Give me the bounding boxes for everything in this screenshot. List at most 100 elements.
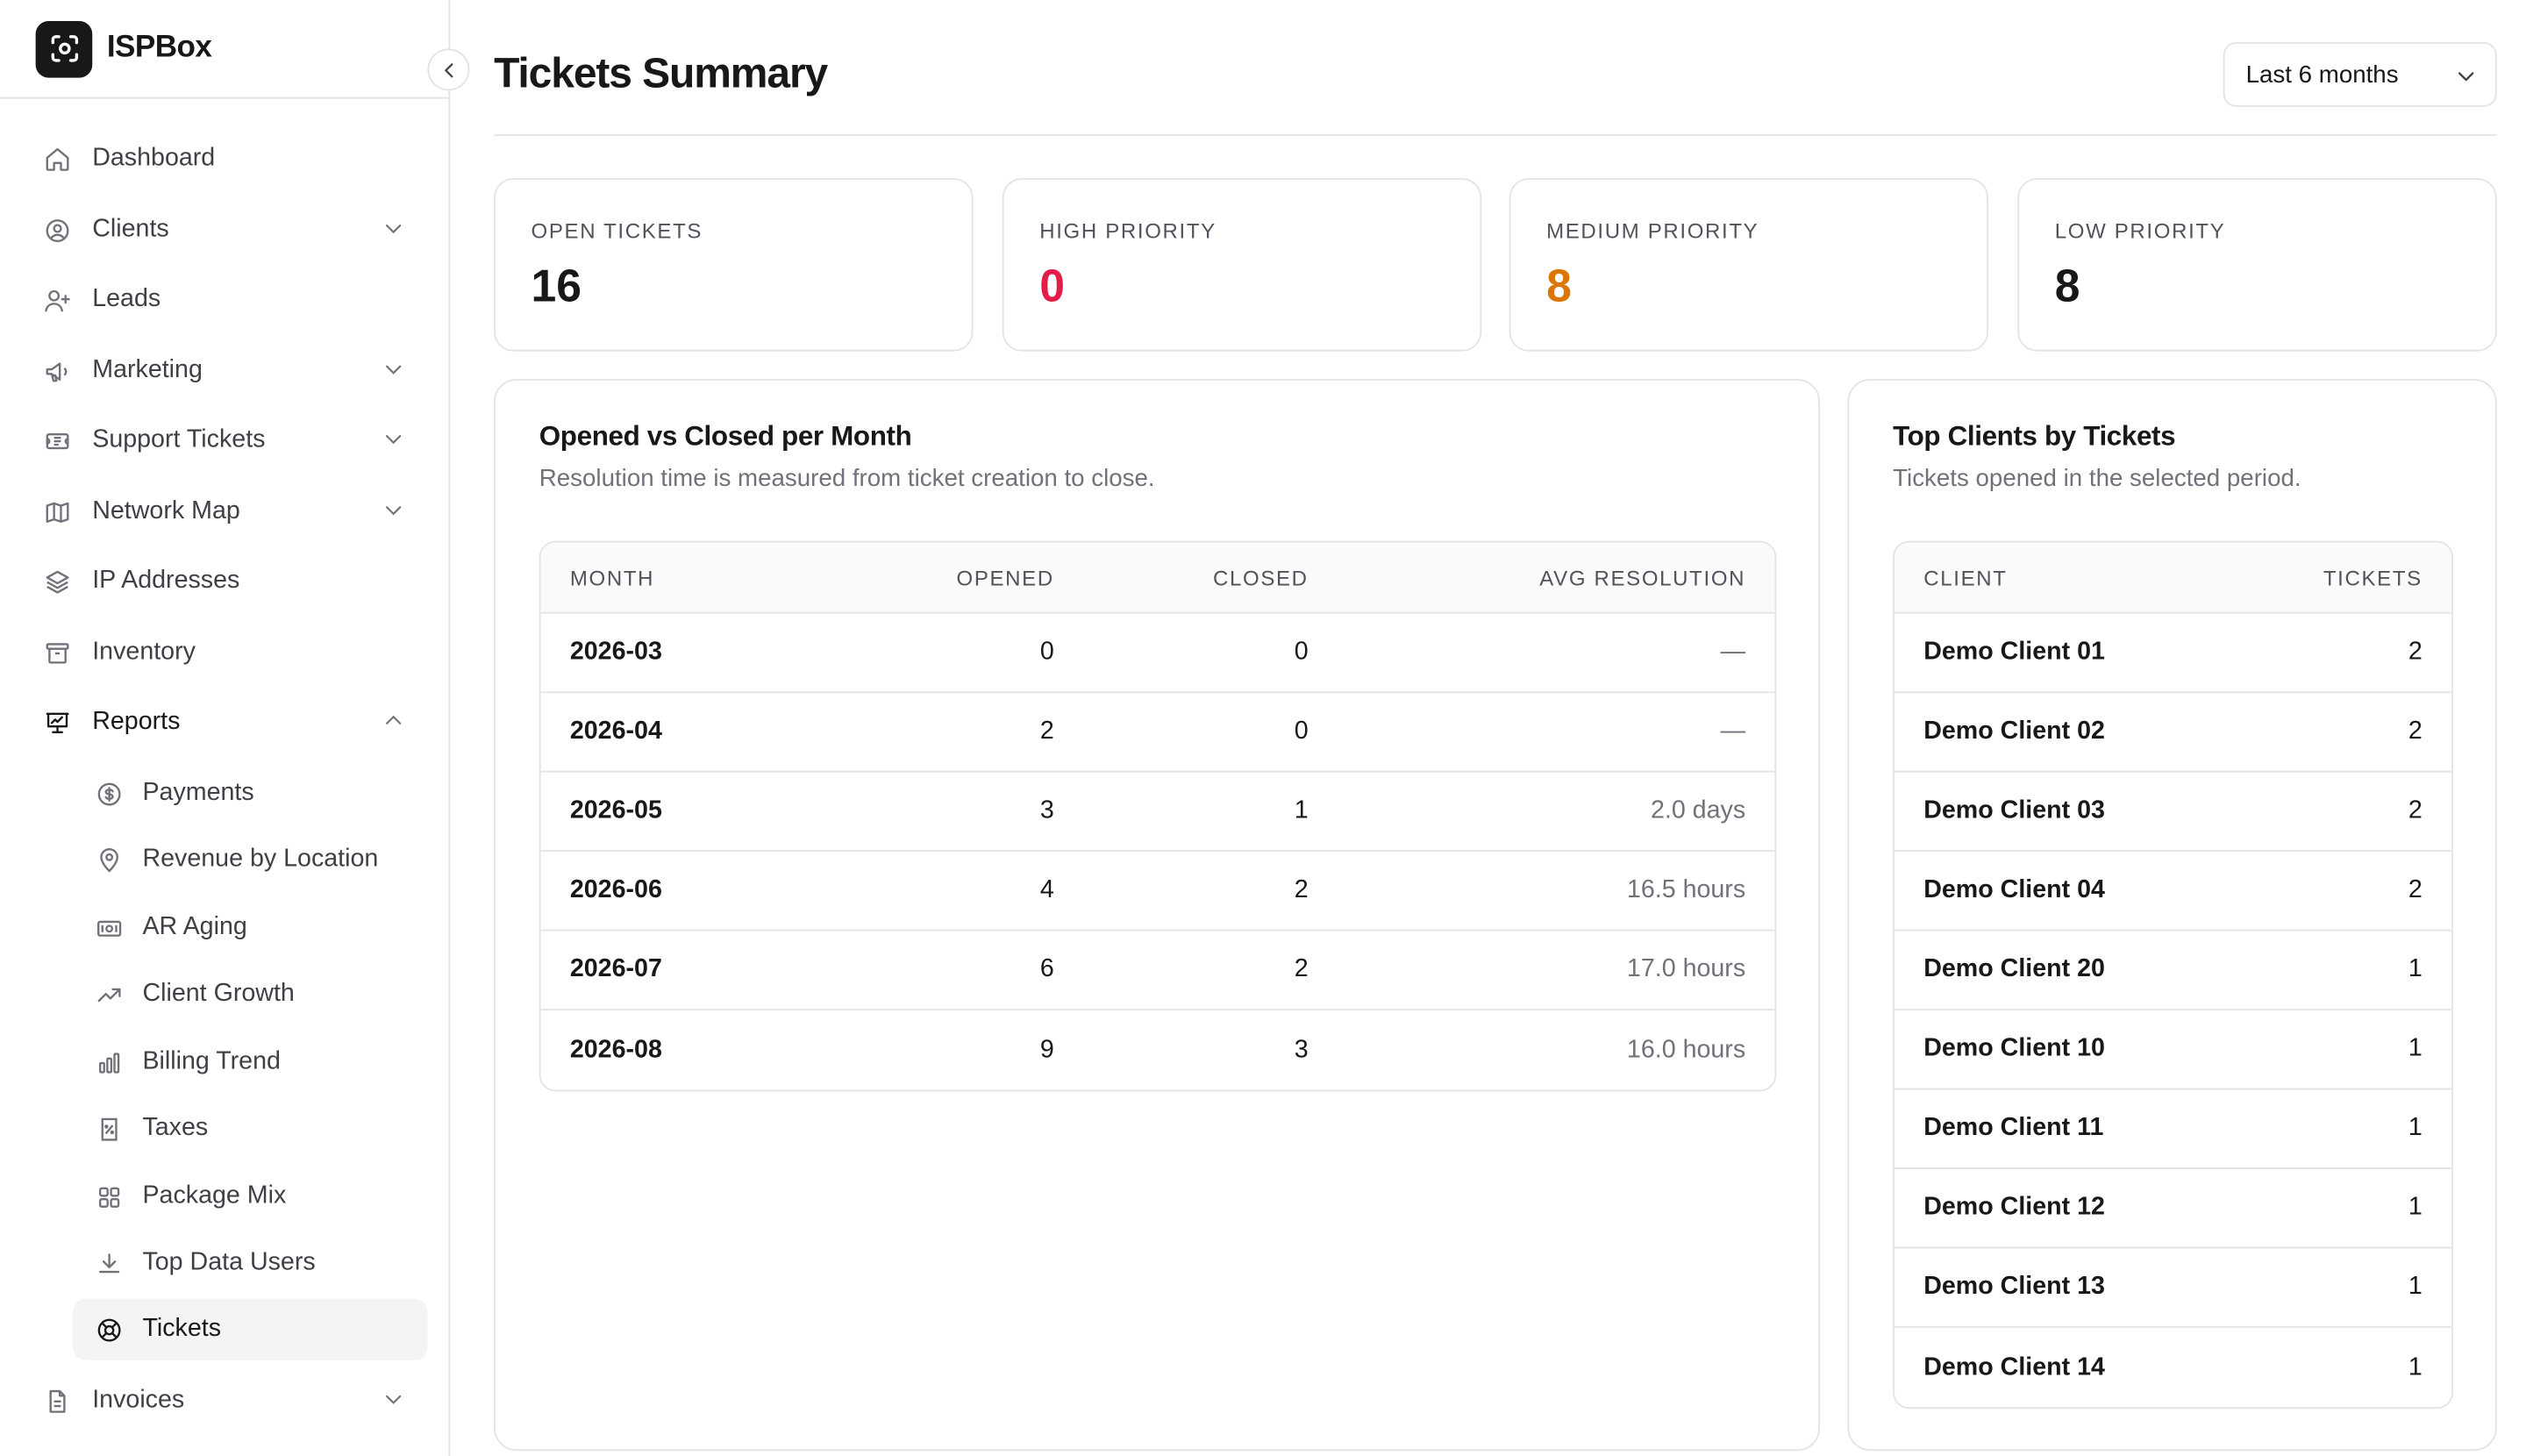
cell-client: Demo Client 01 [1923, 638, 2105, 666]
sidebar-item-label: Dashboard [92, 144, 216, 172]
sidebar-subitem-ar-aging[interactable]: AR Aging [73, 897, 427, 959]
monthly-table: MONTH OPENED CLOSED AVG RESOLUTION 2026-… [539, 540, 1777, 1092]
sidebar-subitem-taxes[interactable]: Taxes [73, 1098, 427, 1160]
stat-card-high-priority: HIGH PRIORITY 0 [1002, 178, 1482, 352]
table-row[interactable]: Demo Client 02 2 [1894, 693, 2452, 773]
top-clients-table: CLIENT TICKETS Demo Client 01 2 Demo Clien… [1893, 540, 2453, 1410]
sidebar-item-support-tickets[interactable]: Support Tickets [36, 411, 425, 469]
app-name: ISPBox [106, 31, 212, 65]
table-row[interactable]: Demo Client 01 2 [1894, 614, 2452, 694]
sidebar-item-dashboard[interactable]: Dashboard [36, 130, 425, 188]
sidebar-item-inventory[interactable]: Inventory [36, 624, 425, 682]
cell-closed: 1 [1294, 796, 1309, 824]
cell-client: Demo Client 02 [1923, 717, 2105, 746]
cell-month: 2026-07 [569, 955, 662, 983]
cell-avg-resolution: 2.0 days [1650, 796, 1746, 824]
stat-label: HIGH PRIORITY [1039, 218, 1217, 243]
cell-month: 2026-03 [569, 638, 662, 666]
cell-month: 2026-08 [569, 1035, 662, 1064]
cell-opened: 0 [1039, 638, 1054, 666]
page-title: Tickets Summary [494, 48, 828, 97]
table-row: 2026-05 3 1 2.0 days [540, 773, 1775, 853]
sidebar-subitem-label: Taxes [142, 1114, 209, 1142]
table-row[interactable]: Demo Client 20 1 [1894, 931, 2452, 1011]
sidebar-subitem-package-mix[interactable]: Package Mix [73, 1166, 427, 1227]
sidebar-subitem-billing-trend[interactable]: Billing Trend [73, 1031, 427, 1093]
cell-avg-resolution: 16.5 hours [1626, 875, 1746, 904]
cell-closed: 0 [1294, 717, 1309, 746]
table-row[interactable]: Demo Client 03 2 [1894, 773, 2452, 853]
bar-chart-icon [94, 1047, 123, 1076]
cell-month: 2026-06 [569, 875, 662, 904]
brand[interactable]: ISPBox [0, 0, 449, 99]
grid-icon [94, 1182, 123, 1211]
sidebar-subitem-label: Client Growth [142, 979, 295, 1008]
stat-value: 0 [1039, 261, 1065, 311]
date-range-select[interactable]: Last 6 months [2223, 42, 2497, 107]
stat-value: 8 [1546, 261, 1572, 311]
banknote-icon [94, 913, 123, 942]
sidebar-subitem-payments[interactable]: Payments [73, 763, 427, 824]
sidebar-subitem-label: Tickets [142, 1315, 222, 1343]
cell-opened: 4 [1039, 875, 1054, 904]
sidebar-subitem-tickets[interactable]: Tickets [73, 1298, 428, 1360]
sidebar-item-label: Invoices [92, 1386, 185, 1414]
collapse-sidebar-button[interactable] [427, 48, 470, 91]
sidebar-item-reports[interactable]: Reports [36, 693, 425, 751]
cell-tickets: 2 [2408, 875, 2423, 904]
sidebar-item-invoices[interactable]: Invoices [36, 1372, 425, 1430]
sidebar-subitem-top-data-users[interactable]: Top Data Users [73, 1232, 427, 1294]
chevron-down-icon [2455, 65, 2478, 94]
sidebar-subitem-label: Revenue by Location [142, 845, 379, 874]
chevron-down-icon [382, 358, 405, 389]
stat-card-medium-priority: MEDIUM PRIORITY 8 [1509, 178, 1989, 352]
column-header-client: CLIENT [1923, 565, 2008, 590]
panel-title: Top Clients by Tickets [1893, 421, 2176, 453]
sidebar-item-label: Clients [92, 215, 169, 243]
sidebar-item-network-map[interactable]: Network Map [36, 482, 425, 540]
sidebar-subitem-client-growth[interactable]: Client Growth [73, 963, 427, 1024]
sidebar-item-label: Reports [92, 707, 181, 736]
opened-vs-closed-panel: Opened vs Closed per Month Resolution ti… [494, 379, 1821, 1452]
stat-label: LOW PRIORITY [2054, 218, 2226, 243]
cell-month: 2026-05 [569, 796, 662, 824]
cell-avg-resolution: 16.0 hours [1626, 1035, 1746, 1064]
cell-client: Demo Client 10 [1923, 1034, 2105, 1063]
stat-card-open-tickets: OPEN TICKETS 16 [494, 178, 974, 352]
chevron-down-icon [382, 1388, 405, 1418]
table-row[interactable]: Demo Client 13 1 [1894, 1248, 2452, 1328]
chevron-left-icon [438, 59, 459, 80]
table-row[interactable]: Demo Client 11 1 [1894, 1089, 2452, 1169]
cell-tickets: 1 [2408, 1114, 2423, 1142]
cell-tickets: 1 [2408, 1353, 2423, 1381]
receipt-percent-icon [94, 1114, 123, 1143]
sidebar-subitem-revenue-by-location[interactable]: Revenue by Location [73, 829, 427, 890]
stat-value: 8 [2054, 261, 2080, 311]
stat-label: MEDIUM PRIORITY [1546, 218, 1759, 243]
table-row[interactable]: Demo Client 14 1 [1894, 1328, 2451, 1407]
chevron-down-icon [382, 499, 405, 530]
sidebar-item-leads[interactable]: Leads [36, 270, 425, 328]
table-row[interactable]: Demo Client 10 1 [1894, 1010, 2452, 1090]
date-range-value: Last 6 months [2245, 61, 2399, 89]
sidebar-subitem-label: Payments [142, 779, 254, 807]
cell-closed: 2 [1294, 875, 1309, 904]
sidebar-item-label: Support Tickets [92, 425, 266, 453]
cell-client: Demo Client 04 [1923, 875, 2105, 904]
column-header-opened: OPENED [956, 565, 1054, 590]
cell-tickets: 1 [2408, 1193, 2423, 1222]
download-icon [94, 1248, 123, 1277]
column-header-closed: CLOSED [1213, 565, 1309, 590]
cell-closed: 3 [1294, 1035, 1309, 1064]
stat-label: OPEN TICKETS [531, 218, 703, 243]
table-row[interactable]: Demo Client 12 1 [1894, 1169, 2452, 1249]
sidebar-item-marketing[interactable]: Marketing [36, 342, 425, 400]
table-row: 2026-08 9 3 16.0 hours [541, 1010, 1775, 1089]
lifebuoy-icon [94, 1315, 123, 1344]
sidebar-item-ip-addresses[interactable]: IP Addresses [36, 553, 425, 610]
sidebar-item-clients[interactable]: Clients [36, 201, 425, 259]
table-row[interactable]: Demo Client 04 2 [1894, 852, 2452, 931]
megaphone-icon [37, 352, 75, 390]
cell-client: Demo Client 14 [1923, 1353, 2105, 1381]
sidebar-subitem-label: Billing Trend [142, 1047, 281, 1075]
